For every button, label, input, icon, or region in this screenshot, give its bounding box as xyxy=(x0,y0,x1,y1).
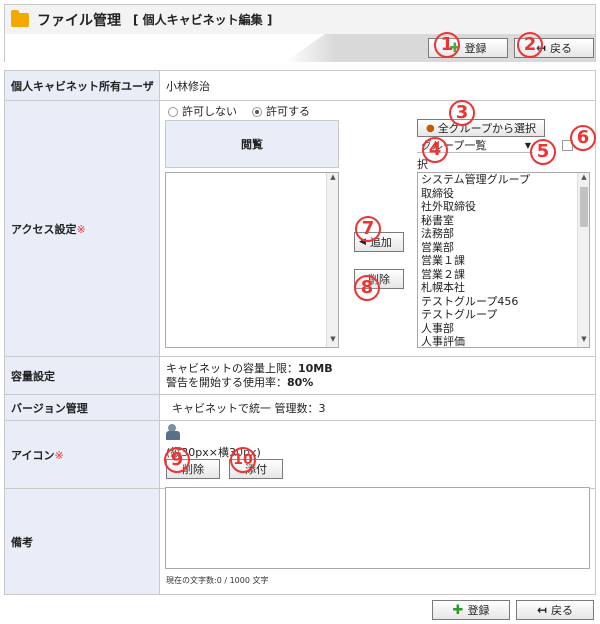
access-radio-group: 許可しない 許可する xyxy=(168,103,310,119)
marker-4: 4 xyxy=(422,137,448,163)
group-list-item[interactable]: 取締役 xyxy=(418,187,589,201)
group-list-item[interactable]: 営業部 xyxy=(418,241,589,255)
folder-icon xyxy=(11,9,29,27)
group-list-item[interactable]: テストグループ456 xyxy=(418,295,589,309)
marker-10: 10 xyxy=(230,447,256,473)
capacity-cell: キャビネットの容量上限：10MB 警告を開始する使用率：80% xyxy=(159,356,596,395)
marker-8: 8 xyxy=(354,275,380,301)
group-list-item[interactable]: 営業２課 xyxy=(418,268,589,282)
owner-label: 個人キャビネット所有ユーザ xyxy=(4,70,160,101)
marker-7: 7 xyxy=(355,216,381,242)
notes-textarea[interactable] xyxy=(165,487,590,569)
marker-5: 5 xyxy=(530,139,556,165)
notes-char-counter: 現在の文字数:0 / 1000 文字 xyxy=(166,576,269,585)
group-icon: ● xyxy=(425,122,435,134)
select-all-groups-button[interactable]: ● 全グループから選択 xyxy=(417,119,545,137)
marker-6: 6 xyxy=(570,125,596,151)
marker-2: 2 xyxy=(517,32,543,58)
view-members-list[interactable]: ▲ ▼ xyxy=(165,172,339,348)
version-value: キャビネットで統一 管理数：3 xyxy=(159,394,596,421)
back-button-bottom[interactable]: ↤ 戻る xyxy=(516,600,594,620)
group-list[interactable]: システム管理グループ 取締役 社外取締役 秘書室 法務部 営業部 営業１課 営業２課 札幌本社テ… xyxy=(417,172,590,348)
cabinet-icon xyxy=(166,424,180,440)
owner-value: 小林修治 xyxy=(159,70,596,101)
group-list-item[interactable]: 人事部 xyxy=(418,322,589,336)
register-button-bottom[interactable]: ✚ 登録 xyxy=(432,600,510,620)
plus-icon: ✚ xyxy=(452,602,464,618)
notes-label: 備考 xyxy=(4,488,160,595)
group-list-item[interactable]: 秘書室 xyxy=(418,214,589,228)
back-arrow-icon: ↤ xyxy=(536,603,548,617)
view-header: 閲覧 xyxy=(165,120,339,168)
page-subtitle: [ 個人キャビネット編集 ] xyxy=(133,13,273,27)
group-list-item[interactable]: システム管理グループ xyxy=(418,173,589,187)
version-label: バージョン管理 xyxy=(4,394,160,421)
group-list-item[interactable]: 社外取締役 xyxy=(418,200,589,214)
radio-allow[interactable] xyxy=(252,107,262,117)
marker-3: 3 xyxy=(449,100,475,126)
marker-1: 1 xyxy=(434,32,460,58)
group-list-item[interactable]: テストグループ xyxy=(418,308,589,322)
marker-9: 9 xyxy=(164,447,190,473)
capacity-label: 容量設定 xyxy=(4,356,160,395)
group-list-item[interactable]: 営業１課 xyxy=(418,254,589,268)
page-title: ファイル管理 xyxy=(37,12,121,29)
group-list-item[interactable]: 札幌本社 xyxy=(418,281,589,295)
icon-label: アイコン※ xyxy=(4,420,160,489)
access-label: アクセス設定※ xyxy=(4,100,160,357)
page-header: ファイル管理 [ 個人キャビネット編集 ] xyxy=(4,4,596,34)
group-list-item[interactable]: 法務部 xyxy=(418,227,589,241)
radio-deny[interactable] xyxy=(168,107,178,117)
group-list-item[interactable]: 人事評価 xyxy=(418,335,589,347)
